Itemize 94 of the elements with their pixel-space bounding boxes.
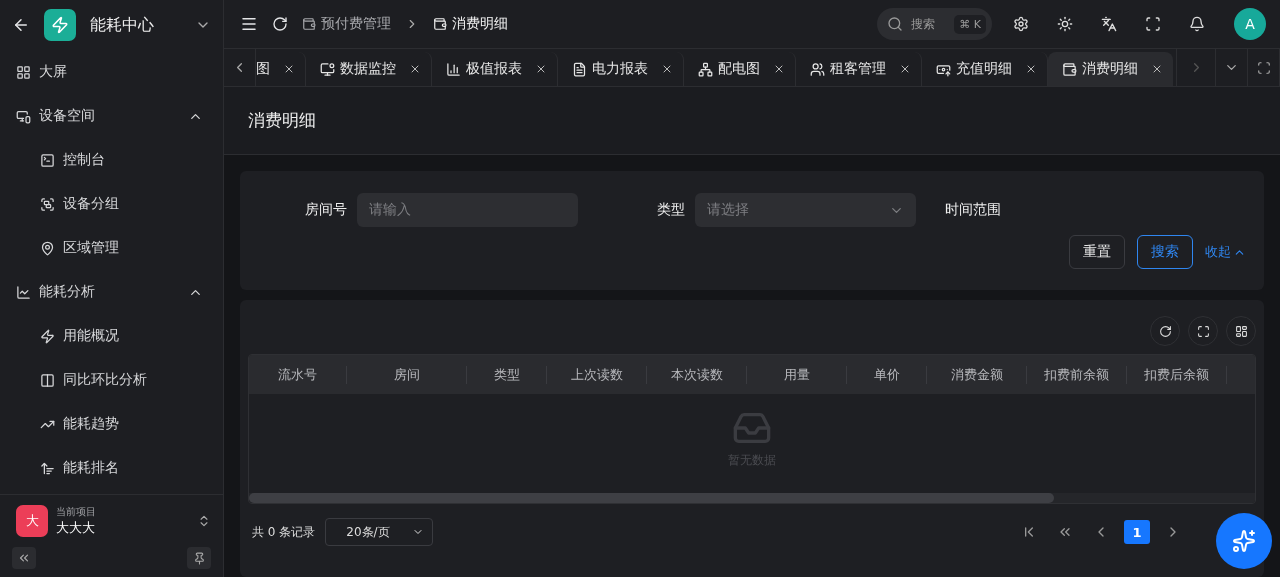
app-name: 能耗中心 [90, 14, 155, 36]
menu-item[interactable]: 用能概况 [0, 314, 223, 358]
tab[interactable]: 电力报表 [558, 52, 684, 86]
collapse-link[interactable]: 收起 [1205, 243, 1246, 261]
reload-button[interactable] [1150, 316, 1180, 346]
reset-button[interactable]: 重置 [1069, 235, 1125, 269]
wallet-icon [1062, 61, 1077, 77]
close-icon [1025, 63, 1037, 75]
sun-icon [1057, 16, 1073, 32]
document-icon [572, 61, 587, 77]
menu-item[interactable]: 同比环比分析 [0, 358, 223, 402]
close-icon [1151, 63, 1163, 75]
devices-icon [16, 108, 31, 124]
close-icon [535, 63, 547, 75]
sort-icon [40, 460, 55, 476]
columns-button[interactable] [1226, 316, 1256, 346]
column-header: 扣费前余额 [1027, 365, 1127, 384]
breadcrumb-item[interactable]: 消费明细 [433, 15, 508, 33]
tab[interactable]: 图 [256, 52, 306, 86]
lightning-icon [51, 16, 69, 34]
total-count: 共 0 条记录 [252, 523, 316, 541]
tab[interactable]: 配电图 [684, 52, 796, 86]
filter-label: 类型 [657, 201, 685, 219]
expand-icon [1196, 324, 1210, 338]
line-chart-icon [16, 284, 31, 300]
column-header: 上次读数 [547, 365, 647, 384]
collapse-sidebar-button[interactable] [12, 547, 36, 569]
double-chevron-left-icon [17, 551, 31, 565]
column-header: 房间 [347, 365, 467, 384]
tab[interactable]: 数据监控 [306, 52, 432, 86]
menu-item[interactable]: 大屏 [0, 50, 223, 94]
column-header: 本次读数 [647, 365, 747, 384]
close-icon [661, 63, 673, 75]
column-header: 扣费后余额 [1127, 365, 1227, 384]
bar-chart-icon [446, 61, 461, 77]
grid-icon [16, 64, 31, 80]
search-button[interactable]: 搜索 [1137, 235, 1193, 269]
refresh-icon[interactable] [272, 16, 288, 32]
project-caption: 当前项目 [56, 505, 97, 519]
back-icon[interactable] [12, 16, 30, 34]
menu-item[interactable]: 设备分组 [0, 182, 223, 226]
close-icon [283, 63, 295, 75]
filter-label: 时间范围 [945, 201, 1001, 219]
wallet-icon [433, 17, 447, 31]
menu-item[interactable]: 控制台 [0, 138, 223, 182]
column-header: 类型 [467, 365, 547, 384]
project-avatar: 大 [16, 505, 48, 537]
scrollbar-thumb[interactable] [249, 493, 1054, 503]
search-field[interactable]: 搜索 ⌘ K [877, 8, 992, 40]
fullscreen-icon [1145, 16, 1161, 32]
filter-label: 房间号 [305, 201, 347, 219]
users-icon [810, 61, 825, 77]
terminal-icon [40, 152, 55, 168]
fullscreen-icon [1256, 60, 1271, 75]
wallet-icon [302, 17, 316, 31]
expand-button[interactable] [1188, 316, 1218, 346]
menu-item[interactable]: 能耗排名 [0, 446, 223, 490]
tab[interactable]: 租客管理 [796, 52, 922, 86]
page-number[interactable]: 1 [1124, 520, 1150, 544]
network-icon [698, 61, 713, 77]
menu-group[interactable]: 能耗分析 [0, 270, 223, 314]
bell-icon [1189, 16, 1205, 32]
close-icon [899, 63, 911, 75]
lightning-icon [40, 328, 55, 344]
close-icon [409, 63, 421, 75]
breadcrumb-item[interactable]: 预付费管理 [302, 15, 391, 33]
map-pin-icon [40, 240, 55, 256]
column-header: 消费金额 [927, 365, 1027, 384]
project-name: 大大大 [56, 519, 96, 537]
ai-assistant-button[interactable] [1216, 513, 1272, 569]
page-size-select[interactable]: 20条/页 [325, 518, 434, 546]
column-header: 流水号 [249, 365, 347, 384]
settings-icon [1013, 16, 1029, 32]
pin-button[interactable] [187, 547, 211, 569]
column-header: 单价 [847, 365, 927, 384]
menu-group[interactable]: 设备空间 [0, 94, 223, 138]
menu-icon[interactable] [240, 15, 258, 33]
column-header: 用量 [747, 365, 847, 384]
menu-item[interactable]: 能耗趋势 [0, 402, 223, 446]
monitor-icon [320, 61, 335, 77]
search-icon [887, 16, 903, 32]
group-icon [40, 196, 55, 212]
menu-item[interactable]: 区域管理 [0, 226, 223, 270]
tab[interactable]: 极值报表 [432, 52, 558, 86]
tab[interactable]: 消费明细 [1048, 52, 1173, 86]
page-title: 消费明细 [224, 87, 1280, 155]
refresh-icon [1158, 324, 1172, 338]
translate-icon [1101, 16, 1117, 32]
columns-icon [40, 372, 55, 388]
grid-icon [1234, 324, 1248, 338]
shortcut-hint: ⌘ K [954, 14, 986, 34]
pin-icon [192, 551, 206, 565]
sparkles-icon [1232, 529, 1256, 553]
close-icon [773, 63, 785, 75]
